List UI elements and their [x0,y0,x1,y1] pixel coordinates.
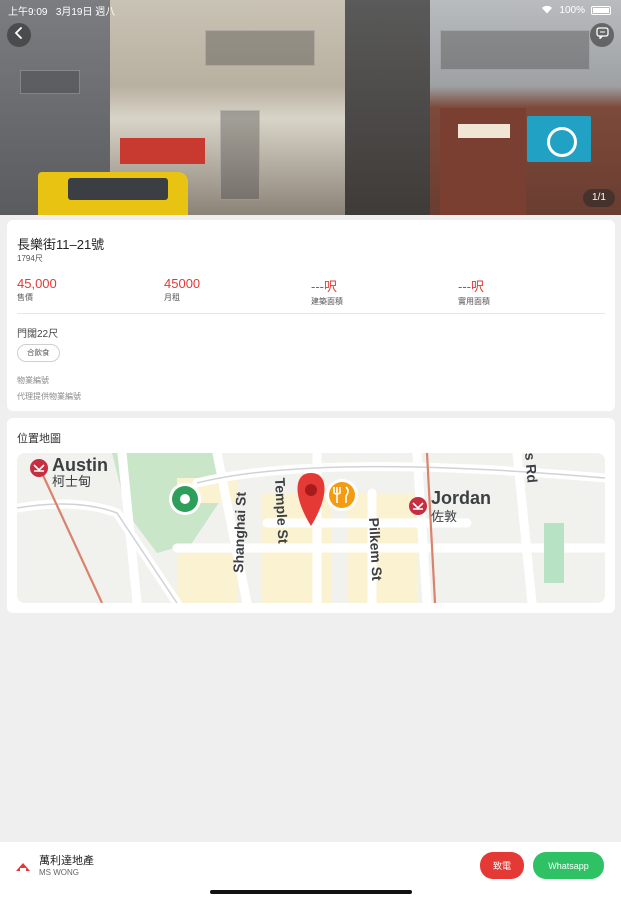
stat-label: 實用面積 [458,297,490,306]
frontage-width: 門闊22尺 [17,329,59,340]
building-alley [345,0,435,215]
map-label-austin: Austin [52,455,108,475]
park-marker-icon [169,483,201,515]
chevron-left-icon [14,26,24,44]
window [220,110,260,200]
agency-logo-icon [15,860,31,878]
stat-rent: 45000 月租 [164,276,200,303]
map-label-jordan: Jordan [431,488,491,508]
window [440,30,590,70]
chat-bubble-icon [595,26,609,44]
whatsapp-button[interactable]: Whatsapp [533,852,604,879]
map-label-jordan-zh: 佐敦 [431,509,457,524]
image-counter: 1/1 [583,189,615,207]
listing-info-card: 長樂街11–21號 1794尺 45,000 售價 45000 月租 ---呎 … [7,220,615,411]
battery-percent: 100% [559,5,585,16]
stat-label: 月租 [164,293,180,302]
stat-label: 售價 [17,293,33,302]
agent-ref-label: 代理提供物業編號 [17,392,81,401]
feature-tag: 合飲食 [17,344,60,362]
call-button[interactable]: 致電 [480,852,524,879]
location-map-card: 位置地圖 Austin 柯士甸 Jordan 佐敦 Shanghai St Te… [7,418,615,613]
map-label-road: s Rd [522,453,541,483]
status-bar: 上午9:09 3月19日 週八 100% [0,0,621,18]
stat-value: 45,000 [17,276,57,291]
listing-title: 長樂街11–21號 [17,237,105,252]
restaurant-marker-icon [326,479,358,511]
agent-name: MS WONG [39,868,79,877]
map-label-shanghai-st: Shanghai St [230,491,249,573]
building-nameplate [458,124,510,138]
stat-saleable-area: ---呎 實用面積 [458,276,490,307]
map-label-pilkem-st: Pilkem St [366,517,385,581]
agency-name: 萬利達地產 [39,855,94,867]
stat-value: 45000 [164,276,201,291]
window [20,70,80,94]
yellow-truck [38,172,188,215]
stat-value: ---呎 [458,279,484,294]
window [205,30,315,66]
mtr-austin-icon [30,459,48,477]
property-photo[interactable]: 上午9:09 3月19日 週八 100% 1/1 [0,0,621,215]
property-ref-label: 物業編號 [17,376,49,385]
stat-gross-area: ---呎 建築面積 [311,276,343,307]
battery-icon [591,6,611,15]
shop-logo-sign [527,116,591,162]
listing-subtitle: 1794尺 [17,254,43,263]
stat-label: 建築面積 [311,297,343,306]
wifi-icon [541,5,553,17]
stat-price: 45,000 售價 [17,276,57,303]
location-map[interactable]: Austin 柯士甸 Jordan 佐敦 Shanghai St Temple … [17,453,605,603]
mtr-jordan-icon [409,497,427,515]
home-indicator[interactable] [210,890,412,894]
divider [17,313,605,314]
shop-signboard [120,138,205,164]
back-button[interactable] [7,23,31,47]
map-label-austin-zh: 柯士甸 [52,474,91,489]
status-time: 上午9:09 [8,7,48,18]
status-date: 3月19日 週八 [55,7,116,18]
stat-value: ---呎 [311,279,337,294]
status-left: 上午9:09 3月19日 週八 [8,3,115,18]
status-right: 100% [541,3,611,18]
map-section-title: 位置地圖 [17,433,61,445]
chat-button[interactable] [590,23,614,47]
